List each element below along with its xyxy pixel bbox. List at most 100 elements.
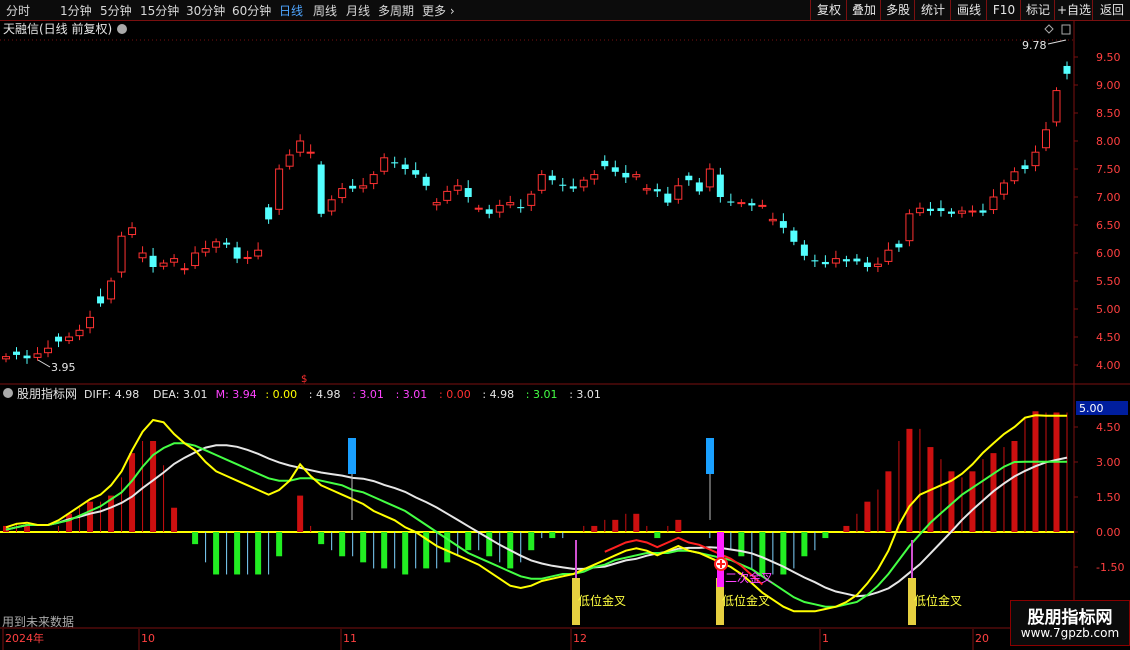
annotation-0: 低位金叉 [578,593,626,608]
panel-menu-icon[interactable] [117,24,127,34]
candle-body-12 [128,227,137,236]
candle-body-36 [380,157,389,172]
candle-body-44 [464,188,472,197]
candle-body-85 [895,243,903,248]
candle-body-91 [957,210,966,214]
macd-bar-46 [486,532,493,557]
candle-body-68 [716,174,724,197]
candle-body-38 [401,164,409,169]
candle-body-37 [391,162,399,164]
candle-body-93 [979,210,987,213]
watermark-url: www.7gpzb.com [1020,626,1120,640]
window-icon[interactable] [1061,24,1071,35]
candle-body-94 [989,196,998,211]
macd-bar-28 [297,495,304,532]
watermark-title: 股朋指标网 [1027,608,1113,628]
candle-body-31 [327,199,336,212]
candle-body-73 [768,218,777,222]
macd-bar-34 [360,532,367,563]
diamond-icon[interactable] [1044,24,1054,34]
macd-bar-70 [738,532,745,557]
indicator-value-6: : 3.01 [396,388,428,401]
candle-body-18 [191,252,200,267]
candle-body-3 [33,353,42,358]
candle-body-4 [44,347,53,354]
price-label-3: 8.00 [1096,135,1121,148]
macd-bar-64 [675,519,682,532]
candle-body-21 [223,242,231,245]
watermark: 股朋指标网 www.7gpzb.com [1010,600,1130,646]
macd-bar-58 [612,519,619,532]
price-label-2: 8.50 [1096,107,1121,120]
macd-bar-24 [255,532,262,575]
indicator-value-7: : 0.00 [439,388,471,401]
macd-bar-30 [318,532,325,545]
candle-body-78 [821,261,829,265]
macd-bar-80 [843,525,850,532]
candle-body-59 [622,172,630,178]
candle-body-61 [642,188,651,191]
candle-body-58 [611,167,619,172]
candle-body-6 [65,336,74,342]
indicator-value-3: : 0.00 [265,388,297,401]
candle-body-8 [86,316,95,329]
annotation-2: 二次金叉 [725,570,773,585]
ind-axis-label-4: -1.50 [1096,561,1124,574]
indicator-value-9: : 3.01 [526,388,558,401]
candle-body-76 [800,244,808,256]
current-value-label: 5.00 [1079,402,1104,415]
candle-body-46 [485,209,493,214]
candle-body-90 [947,211,955,214]
candle-body-71 [748,203,756,206]
candle-body-11 [117,235,126,273]
candle-body-41 [432,202,441,206]
candle-body-45 [474,207,483,210]
candle-body-28 [296,140,305,153]
macd-bar-22 [234,532,241,575]
candle-body-49 [517,207,525,209]
annotation-1: 低位金叉 [722,593,770,608]
candle-body-89 [937,208,945,211]
candle-body-86 [905,213,914,242]
candle-body-99 [1041,129,1050,149]
price-label-8: 5.50 [1096,275,1121,288]
ind-axis-label-2: 1.50 [1096,491,1121,504]
indicator-menu-icon[interactable] [3,388,13,398]
candle-body-52 [548,175,556,181]
candle-body-27 [285,154,294,167]
macd-bar-16 [171,507,178,532]
price-label-11: 4.00 [1096,359,1121,372]
candle-body-51 [537,174,546,191]
candle-body-60 [632,174,641,178]
macd-bar-76 [801,532,808,557]
macd-bar-12 [129,453,136,532]
macd-bar-62 [654,532,661,539]
candle-body-35 [369,174,378,185]
high-label: 9.78 [1022,39,1047,52]
price-label-6: 6.50 [1096,219,1121,232]
candle-body-39 [412,170,420,175]
candle-body-1 [13,351,21,355]
date-label-1: 10 [141,632,155,645]
macd-bar-2 [24,525,31,532]
candle-body-63 [664,193,672,203]
ind-axis-label-0: 4.50 [1096,421,1121,434]
candle-body-30 [317,164,325,214]
indicator-value-0: DIFF: 4.98 [84,388,139,401]
price-label-5: 7.00 [1096,191,1121,204]
candle-body-20 [212,241,221,248]
date-label-5: 20 [975,632,989,645]
candle-body-23 [243,256,252,259]
candle-body-42 [443,190,452,201]
candle-body-15 [159,262,168,267]
candle-body-98 [1031,151,1040,167]
candle-body-96 [1010,171,1019,182]
candle-body-19 [201,248,210,253]
low-callout-line [37,359,51,368]
candle-body-77 [811,260,819,262]
date-label-0: 2024年 [5,631,44,645]
date-label-4: 1 [822,632,829,645]
candle-body-65 [685,175,693,181]
candle-body-26 [275,168,284,210]
price-label-0: 9.50 [1096,51,1121,64]
